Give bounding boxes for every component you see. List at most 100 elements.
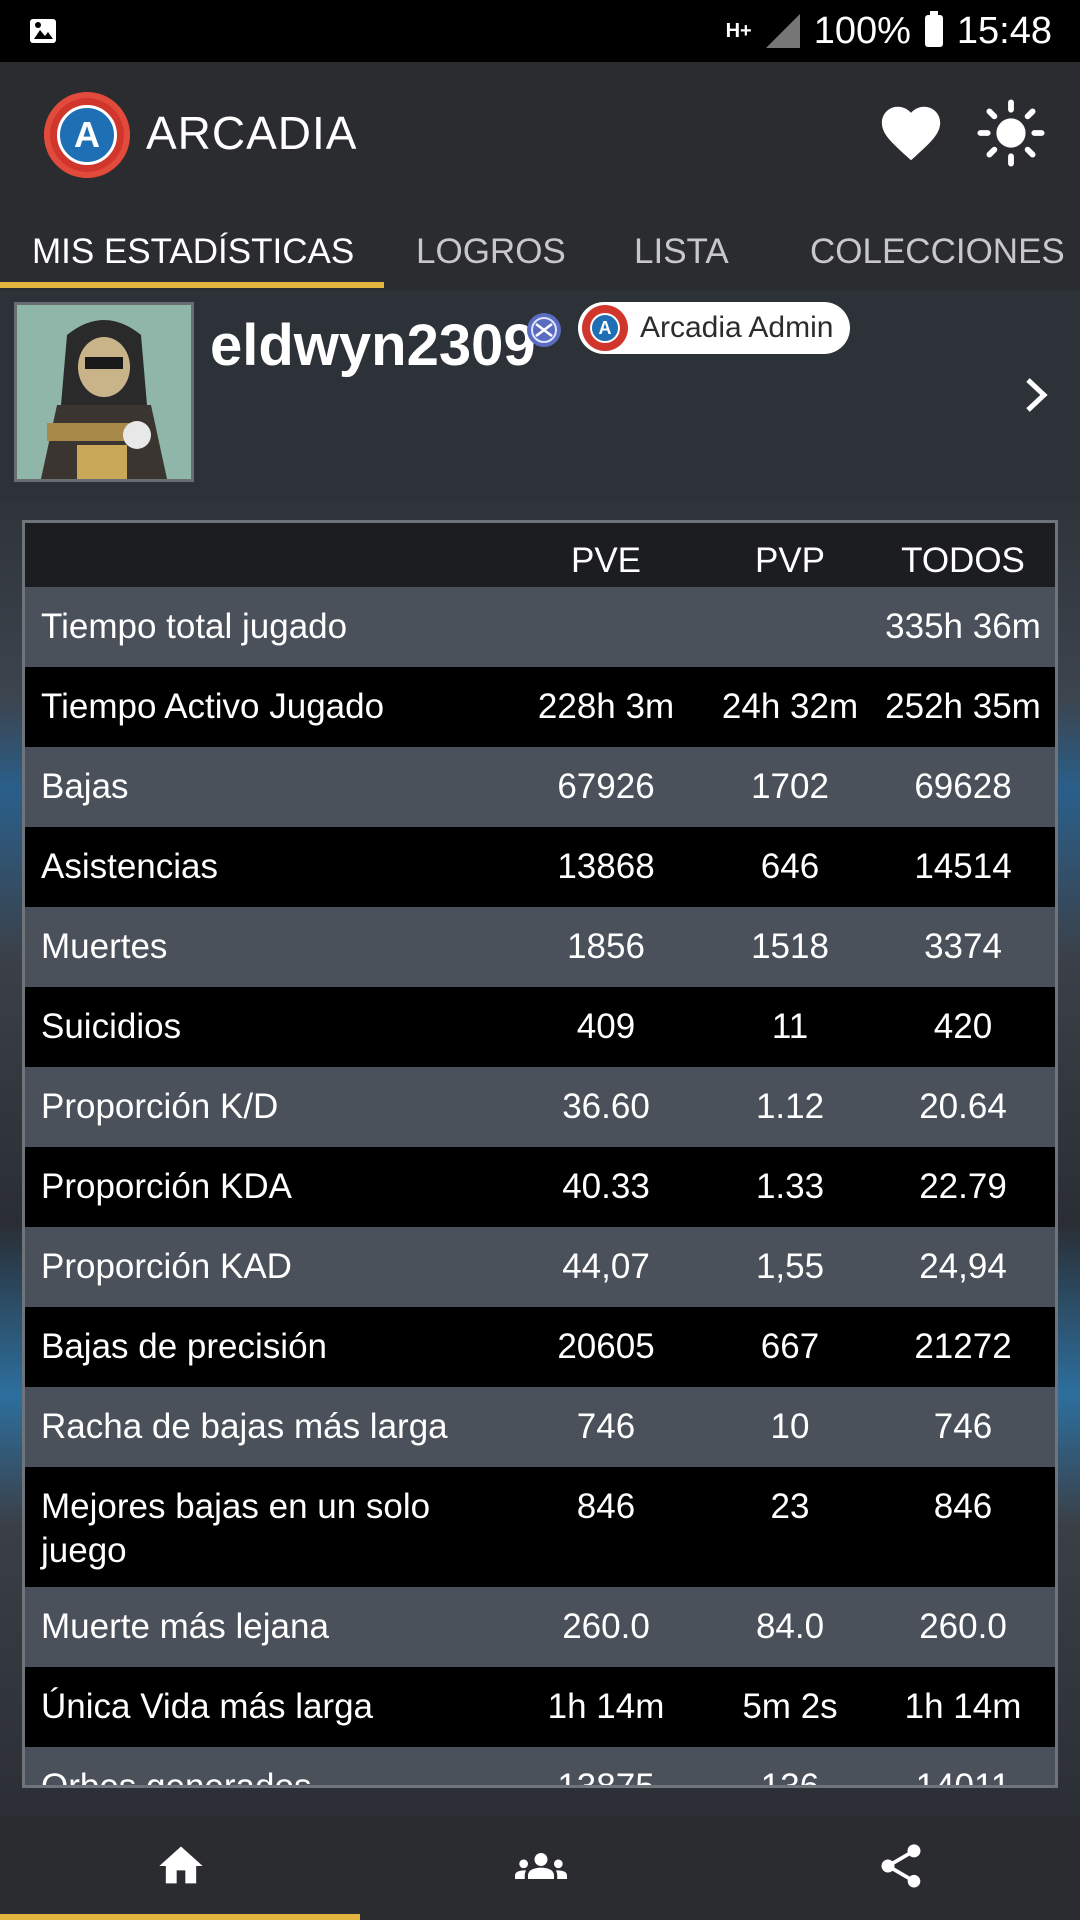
- stat-value-todos: 20.64: [919, 1087, 1007, 1126]
- stats-row: Mejores bajas en un solo juego 846 23 846: [25, 1467, 1055, 1587]
- heart-icon[interactable]: [876, 98, 946, 168]
- stat-value-todos: 420: [933, 1007, 993, 1046]
- stat-value-pvp: 1,55: [755, 1247, 825, 1286]
- stat-value-todos: 22.79: [919, 1167, 1007, 1206]
- tab-lista[interactable]: LISTA: [634, 204, 729, 290]
- stats-row: Orbes generados 13875 136 14011: [25, 1747, 1055, 1788]
- stat-value-pve: 260.0: [562, 1607, 650, 1646]
- stat-value-pvp: 646: [760, 847, 820, 886]
- nav-indicator: [0, 1914, 360, 1920]
- stat-value-todos: 69628: [914, 767, 1012, 806]
- status-bar: H+ 100% 15:48: [0, 0, 1080, 62]
- stat-label: Bajas: [41, 767, 129, 806]
- stat-value-pvp: 1.33: [755, 1167, 825, 1206]
- stat-value-pvp: 1702: [751, 767, 829, 806]
- chevron-right-icon[interactable]: [1016, 370, 1056, 420]
- group-icon: [515, 1853, 567, 1879]
- stats-row: Proporción KAD 44,07 1,55 24,94: [25, 1227, 1055, 1307]
- stats-header-row: PVE PVP TODOS: [25, 523, 1055, 587]
- stats-row: Bajas de precisión 20605 667 21272: [25, 1307, 1055, 1387]
- signal-icon: [765, 14, 800, 48]
- tab-colecciones[interactable]: COLECCIONES: [810, 204, 1065, 290]
- stat-value-todos: 14514: [914, 847, 1012, 886]
- stat-value-todos: 3374: [924, 927, 1002, 966]
- stat-value-pve: 67926: [557, 767, 655, 806]
- column-pvp: PVP: [754, 541, 826, 580]
- battery-percent: 100%: [813, 9, 911, 52]
- stat-value-pvp: 136: [760, 1767, 820, 1788]
- tab-mis-estadisticas[interactable]: MIS ESTADÍSTICAS: [32, 204, 354, 290]
- column-todos: TODOS: [901, 541, 1025, 580]
- stat-value-todos: 252h 35m: [885, 687, 1041, 726]
- stat-value-todos: 746: [933, 1407, 993, 1446]
- stat-value-pvp: 1.12: [755, 1087, 825, 1126]
- stat-value-todos: 14011: [915, 1767, 1011, 1788]
- profile-header[interactable]: eldwyn2309 A Arcadia Admin: [0, 290, 1080, 500]
- stats-table: PVE PVP TODOS Tiempo total jugado 335h 36…: [22, 520, 1058, 1788]
- stat-value-pvp: 24h 32m: [721, 687, 859, 726]
- stat-value-pvp: 23: [770, 1487, 810, 1526]
- nav-home[interactable]: [0, 1816, 360, 1920]
- arcadia-badge-logo: A: [582, 305, 628, 351]
- arcadia-logo: A: [44, 92, 130, 178]
- stat-value-pve: 40.33: [562, 1167, 650, 1206]
- stat-label: Proporción K/D: [41, 1087, 279, 1126]
- stat-label: Suicidios: [41, 1007, 182, 1046]
- stat-label: Muerte más lejana: [41, 1607, 329, 1646]
- stats-row: Muertes 1856 1518 3374: [25, 907, 1055, 987]
- share-icon: [881, 1844, 921, 1888]
- stat-value-todos: 846: [933, 1487, 993, 1526]
- stat-value-pve: 13868: [557, 847, 655, 886]
- app-title: ARCADIA: [146, 107, 358, 159]
- stat-value-pve: 409: [576, 1007, 636, 1046]
- avatar: [14, 302, 194, 482]
- stat-value-pvp: 84.0: [755, 1607, 825, 1646]
- nav-share[interactable]: [720, 1816, 1080, 1920]
- stat-value-pve: 1856: [567, 927, 645, 966]
- stat-value-pvp: 11: [771, 1007, 809, 1046]
- stats-row: Proporción KDA 40.33 1.33 22.79: [25, 1147, 1055, 1227]
- stat-value-pve: 228h 3m: [537, 687, 675, 726]
- stats-row: Tiempo total jugado 335h 36m: [25, 587, 1055, 667]
- home-icon: [159, 1846, 203, 1884]
- admin-badge-label: Arcadia Admin: [640, 311, 834, 344]
- stat-value-todos: 260.0: [919, 1607, 1007, 1646]
- column-pve: PVE: [570, 541, 642, 580]
- bottom-nav: [0, 1816, 1080, 1920]
- sun-icon[interactable]: [976, 98, 1046, 168]
- stat-label: Proporción KDA: [41, 1167, 292, 1206]
- clock: 15:48: [956, 9, 1052, 52]
- stats-rows: Tiempo total jugado 335h 36m Tiempo Activo…: [25, 587, 1055, 1788]
- username: eldwyn2309: [210, 313, 536, 378]
- stats-row: Suicidios 409 11 420: [25, 987, 1055, 1067]
- stat-label: Orbes generados: [41, 1767, 312, 1788]
- network-type: H+: [725, 20, 752, 42]
- stat-label: Asistencias: [41, 847, 219, 886]
- stat-label: Tiempo Activo Jugado: [41, 687, 385, 726]
- stat-label: Tiempo total jugado: [41, 607, 348, 646]
- stats-row: Muerte más lejana 260.0 84.0 260.0: [25, 1587, 1055, 1667]
- tab-logros[interactable]: LOGROS: [416, 204, 566, 290]
- admin-badge: A Arcadia Admin: [578, 302, 850, 354]
- stat-value-pvp: 1518: [751, 927, 829, 966]
- app-bar: A ARCADIA: [0, 62, 1080, 204]
- stats-row: Proporción K/D 36.60 1.12 20.64: [25, 1067, 1055, 1147]
- stat-value-pve: 1h 14m: [547, 1687, 665, 1726]
- stat-value-pvp: 5m 2s: [742, 1687, 838, 1726]
- stat-label: Mejores bajas en un solo juego: [41, 1487, 431, 1570]
- stat-value-pve: 20605: [557, 1327, 655, 1366]
- tab-indicator: [0, 282, 384, 288]
- stat-value-pvp: 10: [770, 1407, 810, 1446]
- stat-value-pvp: 667: [760, 1327, 820, 1366]
- image-icon: [30, 19, 56, 43]
- stat-value-pve: 44,07: [562, 1247, 650, 1286]
- nav-group[interactable]: [360, 1816, 720, 1920]
- stats-row: Bajas 67926 1702 69628: [25, 747, 1055, 827]
- stat-value-todos: 21272: [914, 1327, 1012, 1366]
- stats-row: Asistencias 13868 646 14514: [25, 827, 1055, 907]
- stats-row: Única Vida más larga 1h 14m 5m 2s 1h 14m: [25, 1667, 1055, 1747]
- stat-value-pve: 846: [576, 1487, 636, 1526]
- stat-label: Única Vida más larga: [41, 1687, 374, 1726]
- stat-label: Muertes: [41, 927, 168, 966]
- stat-value-todos: 1h 14m: [904, 1687, 1022, 1726]
